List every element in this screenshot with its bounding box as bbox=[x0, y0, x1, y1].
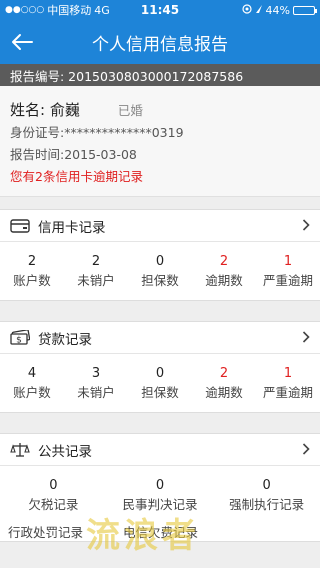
stat-open: 3 未销户 bbox=[64, 364, 128, 402]
public-records-stats: 0 欠税记录 0 民事判决记录 0 强制执行记录 bbox=[0, 466, 320, 514]
stat-label: 严重逾期 bbox=[262, 385, 313, 400]
carrier-label: 中国移动 bbox=[47, 4, 92, 17]
chevron-right-icon bbox=[302, 328, 310, 347]
stat-overdue: 2 逾期数 bbox=[192, 252, 256, 290]
report-time: 报告时间:2015-03-08 bbox=[10, 147, 137, 162]
money-icon: $ bbox=[10, 329, 32, 346]
stat-accounts: 4 账户数 bbox=[0, 364, 64, 402]
back-button[interactable] bbox=[0, 20, 44, 64]
stat-value: 3 bbox=[91, 366, 101, 381]
stat-value: 4 bbox=[27, 366, 37, 381]
personal-info: 姓名: 俞巍 已婚 身份证号:**************0319 报告时间:2… bbox=[0, 86, 320, 197]
loan-stats: 4 账户数 3 未销户 0 担保数 2 逾期数 1 严重逾期 bbox=[0, 354, 320, 412]
stat-label: 未销户 bbox=[77, 385, 115, 400]
nav-bar: 个人信用信息报告 bbox=[0, 20, 320, 64]
credit-card-section: 信用卡记录 2 账户数 2 未销户 0 担保数 2 逾期数 1 严重逾期 bbox=[0, 209, 320, 301]
loan-header[interactable]: $ 贷款记录 bbox=[0, 322, 320, 354]
stat-label: 担保数 bbox=[141, 385, 179, 400]
report-number: 报告编号: 2015030803000172087586 bbox=[0, 64, 320, 86]
credit-card-header[interactable]: 信用卡记录 bbox=[0, 210, 320, 242]
stat-guarantee: 0 担保数 bbox=[128, 364, 192, 402]
stat-label: 账户数 bbox=[13, 385, 51, 400]
stat-enforcement: 0 强制执行记录 bbox=[213, 476, 320, 514]
battery-percent: 44% bbox=[265, 3, 290, 17]
public-records-title: 公共记录 bbox=[38, 443, 92, 460]
network-type: 4G bbox=[94, 3, 110, 17]
credit-card-title: 信用卡记录 bbox=[38, 219, 106, 236]
stat-value: 0 bbox=[155, 478, 165, 493]
public-records-header[interactable]: 公共记录 bbox=[0, 434, 320, 466]
svg-text:$: $ bbox=[16, 335, 22, 345]
stat-value: 2 bbox=[91, 254, 101, 269]
stat-tax-arrears: 0 欠税记录 bbox=[0, 476, 107, 514]
battery-icon bbox=[293, 5, 317, 15]
stat-label: 逾期数 bbox=[205, 385, 243, 400]
stat-label: 严重逾期 bbox=[262, 273, 313, 288]
chevron-right-icon bbox=[302, 440, 310, 459]
status-bar: ●●○○○ 中国移动 4G 11:45 44% bbox=[0, 0, 320, 20]
stat-label: 欠税记录 bbox=[28, 497, 79, 512]
stat-accounts: 2 账户数 bbox=[0, 252, 64, 290]
stat-value: 0 bbox=[155, 366, 165, 381]
public-records-next-row: 行政处罚记录 电信欠费记录 bbox=[0, 514, 320, 541]
stat-value: 0 bbox=[49, 478, 58, 493]
person-name: 姓名: 俞巍 bbox=[10, 100, 80, 119]
id-number: 身份证号:**************0319 bbox=[10, 125, 184, 140]
stat-label: 强制执行记录 bbox=[229, 497, 305, 512]
status-right: 44% bbox=[241, 3, 317, 17]
marital-status: 已婚 bbox=[117, 102, 143, 118]
page-title: 个人信用信息报告 bbox=[92, 34, 228, 55]
stat-value: 1 bbox=[283, 254, 293, 269]
back-arrow-icon bbox=[12, 34, 33, 50]
arrow-icon bbox=[255, 4, 263, 17]
stat-label: 电信欠费记录 bbox=[123, 525, 199, 540]
stat-overdue: 2 逾期数 bbox=[192, 364, 256, 402]
stat-label: 未销户 bbox=[77, 273, 115, 288]
location-icon bbox=[241, 3, 252, 17]
stat-open: 2 未销户 bbox=[64, 252, 128, 290]
stat-value: 2 bbox=[219, 366, 229, 381]
stat-value: 2 bbox=[219, 254, 229, 269]
stat-guarantee: 0 担保数 bbox=[128, 252, 192, 290]
stat-value: 1 bbox=[283, 366, 293, 381]
stat-label: 账户数 bbox=[13, 273, 51, 288]
scale-icon bbox=[10, 442, 32, 458]
stat-label: 担保数 bbox=[141, 273, 179, 288]
stat-label: 民事判决记录 bbox=[122, 497, 198, 512]
chevron-right-icon bbox=[302, 216, 310, 235]
public-records-section: 公共记录 0 欠税记录 0 民事判决记录 0 强制执行记录 行政处罚记录 电信欠费记录 bbox=[0, 433, 320, 542]
signal-strength-icon: ●●○○○ bbox=[5, 5, 45, 15]
loan-title: 贷款记录 bbox=[38, 331, 92, 348]
stat-value: 0 bbox=[155, 254, 165, 269]
stat-serious-overdue: 1 严重逾期 bbox=[256, 364, 320, 402]
credit-card-stats: 2 账户数 2 未销户 0 担保数 2 逾期数 1 严重逾期 bbox=[0, 242, 320, 300]
status-left: ●●○○○ 中国移动 4G bbox=[5, 2, 110, 18]
credit-card-icon bbox=[10, 218, 32, 234]
overdue-warning: 您有2条信用卡逾期记录 bbox=[10, 169, 143, 184]
stat-civil-judgment: 0 民事判决记录 bbox=[107, 476, 214, 514]
stat-value: 0 bbox=[262, 478, 271, 493]
stat-label: 行政处罚记录 bbox=[8, 525, 84, 540]
stat-value: 2 bbox=[27, 254, 37, 269]
loan-section: $ 贷款记录 4 账户数 3 未销户 0 担保数 2 逾期数 1 严重逾期 bbox=[0, 321, 320, 413]
stat-serious-overdue: 1 严重逾期 bbox=[256, 252, 320, 290]
stat-label: 逾期数 bbox=[205, 273, 243, 288]
name-row: 姓名: 俞巍 已婚 bbox=[10, 96, 310, 122]
